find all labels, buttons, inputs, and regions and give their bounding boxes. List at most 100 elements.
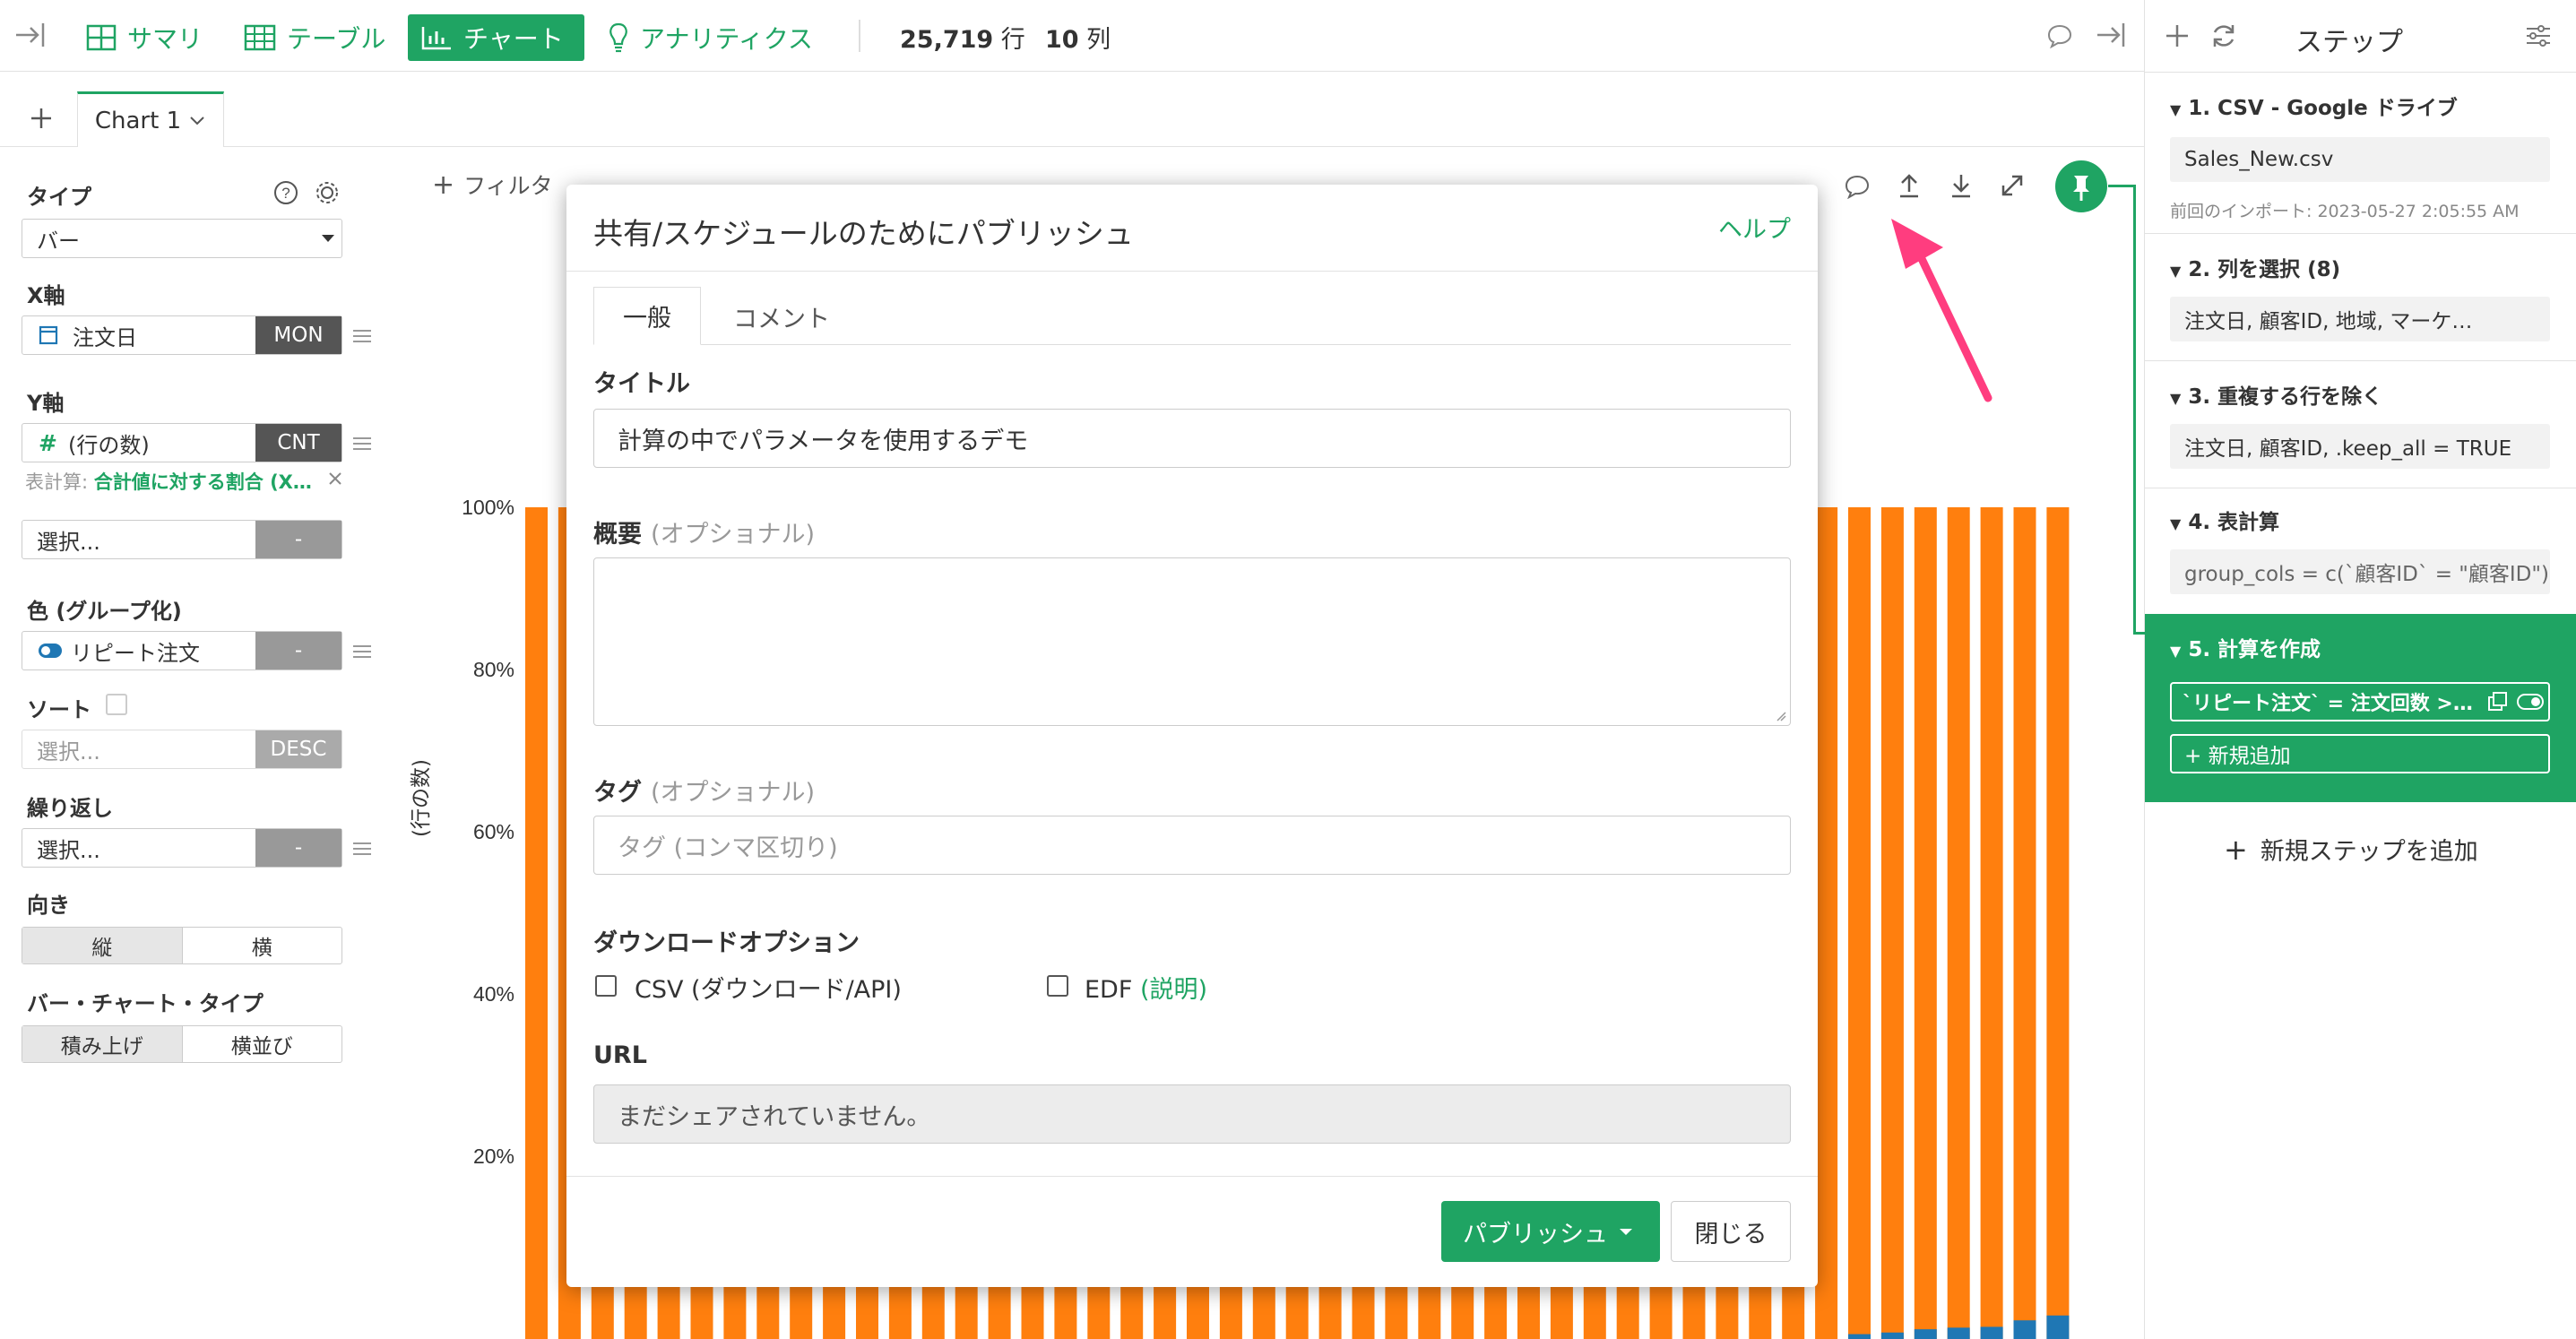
column-count: 10 列 — [1045, 26, 1111, 54]
bar-blue — [1980, 1326, 2003, 1339]
step-2[interactable]: ▼ 2. 列を選択 (8) 注文日, 顧客ID, 地域, マーケ… — [2145, 234, 2576, 361]
color-label: 色 (グループ化) — [27, 599, 182, 624]
calculation-item[interactable]: `リピート注文` = 注文回数 >… — [2170, 682, 2550, 721]
copy-icon[interactable] — [2485, 690, 2512, 713]
comment-icon[interactable] — [2047, 23, 2072, 48]
download-icon[interactable] — [1949, 172, 1974, 199]
connector-line — [2133, 185, 2136, 635]
step-3[interactable]: ▼ 3. 重複する行を除く 注文日, 顧客ID, .keep_all = TRUE — [2145, 361, 2576, 488]
table-calculation[interactable]: 表計算: 合計値に対する割合 (X… — [25, 468, 312, 495]
tab-comment[interactable]: コメント — [733, 299, 830, 334]
tab-general[interactable]: 一般 — [593, 287, 701, 345]
add-step-button[interactable]: + 新規ステップを追加 — [2224, 832, 2478, 867]
step-5-active[interactable]: ▼ 5. 計算を作成 `リピート注文` = 注文回数 >… + 新規追加 — [2145, 614, 2576, 802]
y-tick-label: 20% — [473, 1145, 514, 1168]
resize-handle-icon[interactable] — [1776, 711, 1786, 721]
add-calculation-button[interactable]: + 新規追加 — [2170, 734, 2550, 773]
upload-icon[interactable] — [1897, 172, 1922, 199]
menu-icon[interactable] — [353, 330, 371, 342]
step-1[interactable]: ▼ 1. CSV - Google ドライブ Sales_New.csv 前回のイ… — [2145, 73, 2576, 234]
expand-icon[interactable] — [1999, 172, 2026, 199]
bar-blue — [2013, 1320, 2036, 1339]
y-axis-field[interactable]: # (行の数) CNT — [22, 423, 342, 462]
gear-icon[interactable] — [314, 179, 341, 206]
x-axis-label: X軸 — [27, 283, 65, 308]
pin-icon[interactable] — [2054, 160, 2108, 213]
bar-blue — [1848, 1334, 1871, 1339]
dialog-title: 共有/スケジュールのためにパブリッシュ — [593, 216, 1134, 251]
tag-input[interactable]: タグ (コンマ区切り) — [593, 816, 1791, 875]
collapse-left-icon[interactable] — [14, 22, 45, 48]
edf-option-label: EDF (説明) — [1085, 976, 1208, 1004]
add-tab-icon[interactable] — [30, 108, 52, 129]
y2-agg-button[interactable]: - — [255, 521, 341, 558]
step-4[interactable]: ▼ 4. 表計算 group_cols = c(`顧客ID` = "顧客ID"),… — [2145, 488, 2576, 614]
y-tick-label: 40% — [473, 982, 514, 1006]
bar-orange — [2046, 507, 2070, 1339]
x-agg-button[interactable]: MON — [255, 316, 341, 354]
color-field[interactable]: リピート注文 - — [22, 631, 342, 670]
x-axis-field[interactable]: 注文日 MON — [22, 315, 342, 355]
settings-sliders-icon[interactable] — [2525, 23, 2552, 48]
add-filter-button[interactable]: + フィルタ — [432, 168, 553, 201]
chart-type-select[interactable]: バー — [22, 219, 342, 258]
color-value: リピート注文 — [71, 640, 200, 666]
chart-config-panel: タイプ ? バー X軸 注文日 MON Y軸 # (行の数) CNT 表計算: … — [0, 147, 376, 1339]
bar-orange — [1880, 507, 1904, 1339]
close-button[interactable]: 閉じる — [1671, 1201, 1791, 1262]
svg-text:?: ? — [281, 185, 290, 202]
menu-icon[interactable] — [353, 842, 371, 855]
repeat-field[interactable]: 選択... - — [22, 828, 342, 868]
orientation-label: 向き — [27, 893, 70, 918]
bar-orange — [1848, 507, 1871, 1339]
bar-type-side-by-side[interactable]: 横並び — [181, 1026, 342, 1062]
color-agg-button[interactable]: - — [255, 632, 341, 670]
nav-table-label: テーブル — [287, 24, 386, 54]
step-title: ▼ 1. CSV - Google ドライブ — [2170, 97, 2458, 120]
bar-type-stacked[interactable]: 積み上げ — [22, 1026, 182, 1062]
import-timestamp: 前回のインポート: 2023-05-27 2:05:55 AM — [2170, 202, 2520, 221]
sort-checkbox[interactable] — [106, 694, 127, 715]
bar-blue — [1914, 1329, 1937, 1339]
nav-summary[interactable]: サマリ — [73, 14, 215, 61]
publish-button[interactable]: パブリッシュ — [1441, 1201, 1660, 1262]
nav-chart[interactable]: チャート — [408, 14, 584, 61]
tab-label: Chart 1 — [94, 107, 182, 134]
summary-textarea[interactable] — [593, 557, 1791, 726]
refresh-icon[interactable] — [2209, 22, 2238, 50]
y-agg-button[interactable]: CNT — [255, 424, 341, 462]
add-icon[interactable] — [2165, 23, 2190, 48]
sort-placeholder: 選択... — [37, 739, 100, 765]
bar-blue — [2046, 1315, 2070, 1339]
x-axis-value: 注文日 — [73, 324, 137, 350]
menu-icon[interactable] — [353, 645, 371, 658]
chart-tab-row: Chart 1 — [0, 72, 2144, 147]
collapse-right-icon[interactable] — [2094, 22, 2126, 48]
edf-checkbox[interactable] — [1047, 975, 1068, 997]
sort-field[interactable]: 選択... DESC — [22, 730, 342, 769]
menu-icon[interactable] — [353, 437, 371, 450]
close-icon[interactable] — [328, 471, 342, 486]
sort-order-button[interactable]: DESC — [255, 730, 341, 768]
toggle-visibility-icon[interactable] — [2512, 690, 2548, 713]
title-input[interactable]: 計算の中でパラメータを使用するデモ — [593, 409, 1791, 468]
orientation-toggle: 縦 横 — [22, 927, 342, 964]
y2-axis-field[interactable]: 選択... - — [22, 520, 342, 559]
download-options-label: ダウンロードオプション — [593, 929, 860, 957]
orientation-vertical[interactable]: 縦 — [22, 928, 182, 963]
orientation-horizontal[interactable]: 横 — [181, 928, 342, 963]
comment-icon[interactable] — [1845, 174, 1870, 199]
bar-type-toggle: 積み上げ 横並び — [22, 1025, 342, 1063]
edf-explain-link[interactable]: (説明) — [1140, 976, 1207, 1004]
repeat-agg-button[interactable]: - — [255, 829, 341, 867]
annotation-arrow — [1891, 219, 1993, 402]
help-icon[interactable]: ? — [272, 179, 299, 206]
tab-chart-1[interactable]: Chart 1 — [77, 91, 224, 147]
bar-type-label: バー・チャート・タイプ — [27, 991, 264, 1016]
nav-table[interactable]: テーブル — [231, 14, 398, 61]
type-label: タイプ — [27, 185, 91, 210]
csv-checkbox[interactable] — [595, 975, 617, 997]
toggle-icon — [39, 644, 62, 658]
nav-analytics[interactable]: アナリティクス — [595, 14, 826, 61]
help-link[interactable]: ヘルプ — [1718, 210, 1791, 245]
